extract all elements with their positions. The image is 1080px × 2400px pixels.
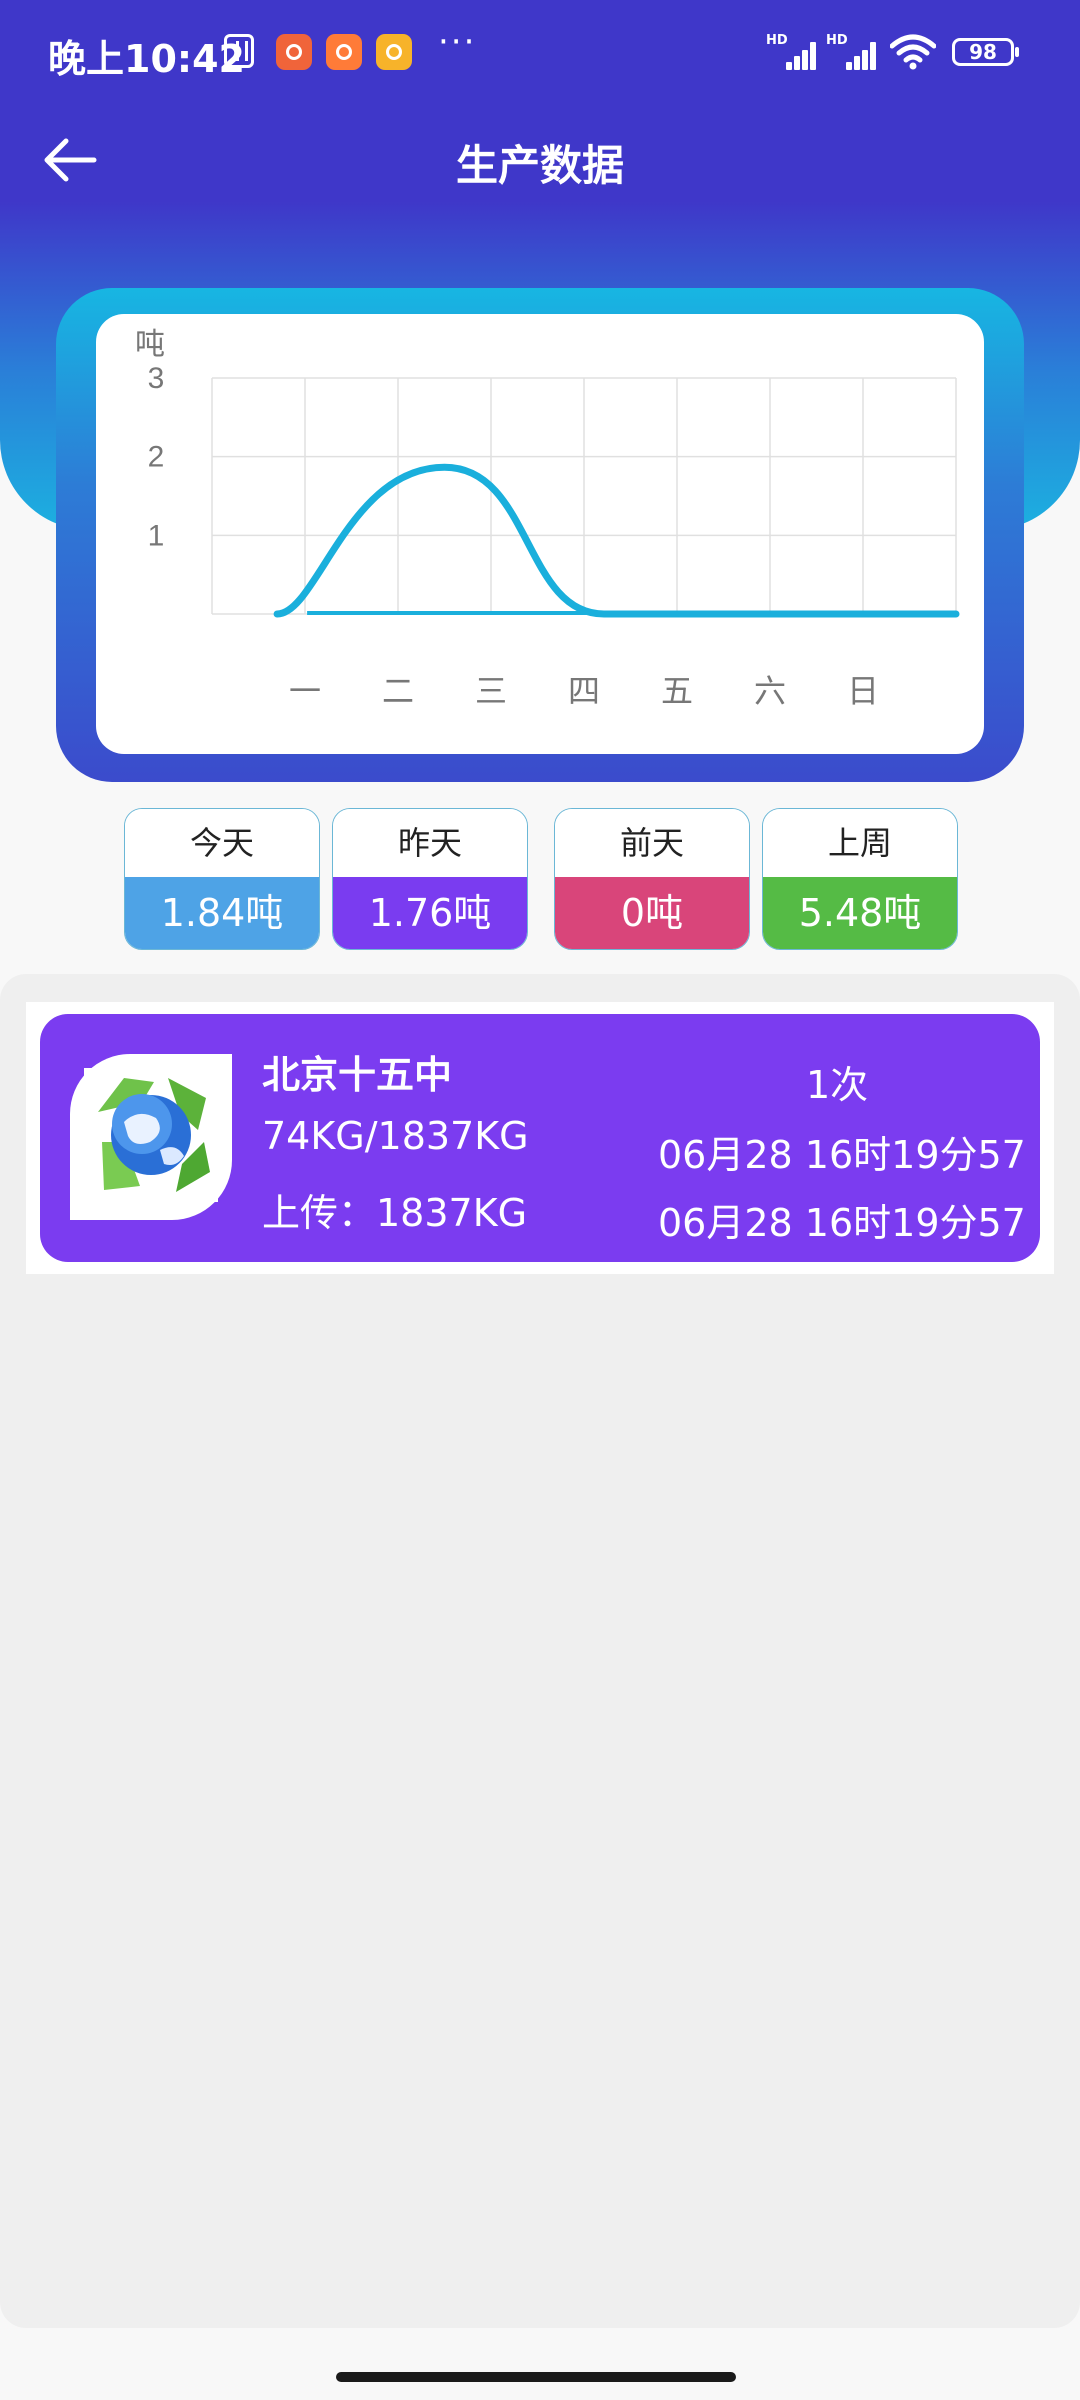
y-tick-label: 2 <box>148 441 165 474</box>
stat-today[interactable]: 今天 1.84吨 <box>124 808 320 950</box>
x-tick-label: 六 <box>754 673 786 709</box>
stat-yesterday-label: 昨天 <box>333 809 527 877</box>
recycle-globe-icon <box>84 1068 218 1202</box>
record-time-1: 06月28 16时19分57 <box>658 1133 1026 1177</box>
wifi-icon <box>890 34 936 70</box>
y-axis-label: 吨 <box>135 328 165 361</box>
x-tick-label: 一 <box>289 673 321 709</box>
x-tick-label: 三 <box>475 673 507 709</box>
stat-last-week-label: 上周 <box>763 809 957 877</box>
record-upload: 上传：1837KG <box>262 1191 528 1235</box>
stat-day-before-value: 0吨 <box>555 877 749 949</box>
stat-yesterday-value: 1.76吨 <box>333 877 527 949</box>
x-tick-label: 日 <box>847 673 879 709</box>
record-count: 1次 <box>806 1063 869 1107</box>
chart-grid <box>211 377 957 615</box>
record-name: 北京十五中 <box>262 1053 453 1097</box>
stat-last-week-value: 5.48吨 <box>763 877 957 949</box>
x-tick-label: 二 <box>382 673 414 709</box>
status-time: 晚上10:42 <box>48 37 245 81</box>
stat-today-label: 今天 <box>125 809 319 877</box>
status-bar: 晚上10:42 ··· HD HD 98 <box>0 0 1080 110</box>
x-tick-label: 四 <box>568 673 600 709</box>
cellular-signal-icon <box>770 38 816 70</box>
record-weight: 74KG/1837KG <box>262 1114 529 1158</box>
y-tick-label: 3 <box>148 362 165 395</box>
battery-indicator: 98 <box>952 38 1019 66</box>
page-title: 生产数据 <box>455 141 624 190</box>
stat-day-before-label: 前天 <box>555 809 749 877</box>
cellular-signal-icon-2 <box>830 38 876 70</box>
x-tick-label: 五 <box>661 673 693 709</box>
y-tick-label: 1 <box>148 519 165 552</box>
stat-today-value: 1.84吨 <box>125 877 319 949</box>
more-notifications-icon: ··· <box>438 22 477 62</box>
nfc-icon <box>224 34 254 68</box>
chart-card: 吨 1 2 3 一 二 三 四 五 六 日 <box>96 314 984 754</box>
stat-day-before[interactable]: 前天 0吨 <box>554 808 750 950</box>
weibo-app-icon <box>376 34 412 70</box>
stat-last-week[interactable]: 上周 5.48吨 <box>762 808 958 950</box>
production-line-chart: 吨 1 2 3 一 二 三 四 五 六 日 <box>135 328 960 709</box>
y-tick-labels: 1 2 3 <box>148 362 165 552</box>
x-tick-labels: 一二三四五六日 <box>289 673 879 709</box>
kuaishou-app-icon <box>276 34 312 70</box>
shopping-app-icon <box>326 34 362 70</box>
series-line <box>273 463 960 618</box>
stat-yesterday[interactable]: 昨天 1.76吨 <box>332 808 528 950</box>
record-time-2: 06月28 16时19分57 <box>658 1201 1026 1245</box>
home-indicator[interactable] <box>336 2372 736 2382</box>
